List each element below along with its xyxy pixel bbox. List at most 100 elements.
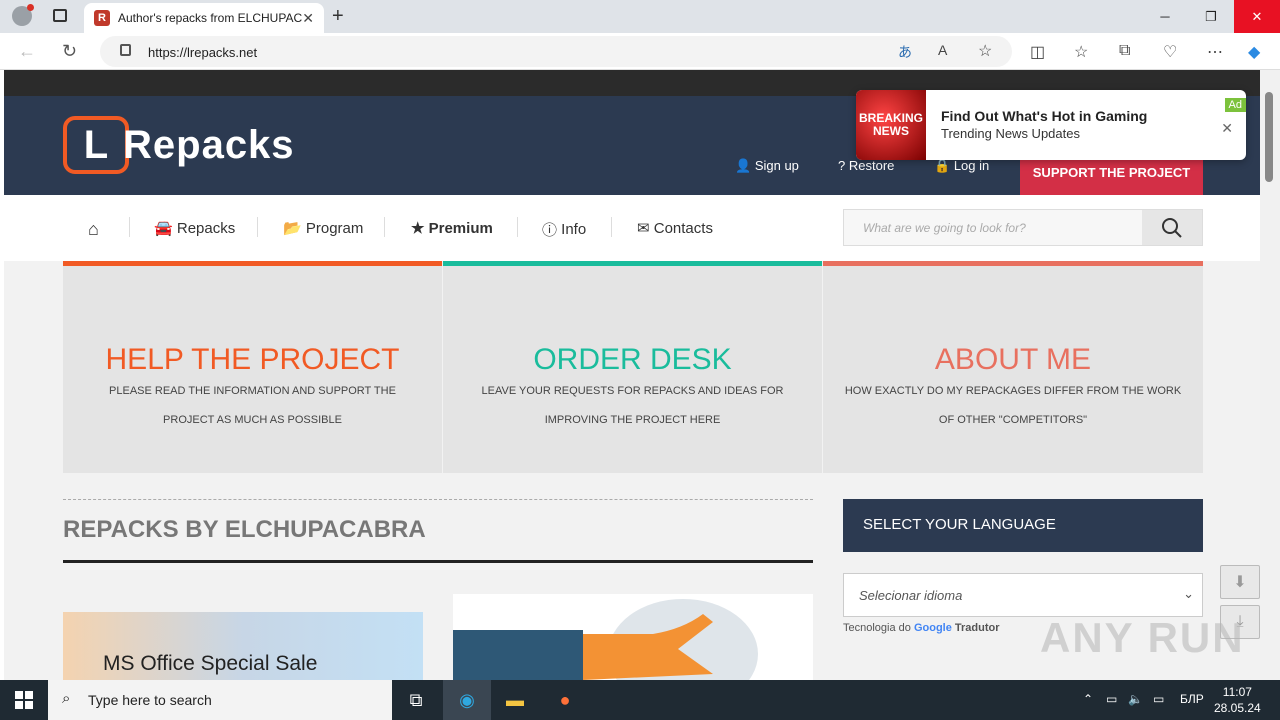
signup-link[interactable]: 👤 Sign up: [735, 158, 799, 174]
envelope-icon: ✉: [637, 220, 654, 237]
url-field[interactable]: https://lrepacks.net あ A ☆: [100, 36, 1012, 67]
favorite-star-icon[interactable]: ☆: [978, 41, 992, 61]
nav-divider: [257, 217, 258, 237]
close-window-button[interactable]: ✕: [1234, 0, 1280, 33]
nav-divider: [517, 217, 518, 237]
nav-divider: [384, 217, 385, 237]
new-tab-icon[interactable]: +: [332, 5, 344, 28]
panel-order-desk[interactable]: ORDER DESK LEAVE YOUR REQUESTS FOR REPAC…: [443, 261, 822, 473]
collections-icon[interactable]: ⧉: [1119, 42, 1130, 60]
star-icon: ★: [411, 220, 429, 237]
nav-contacts-label: Contacts: [653, 219, 713, 237]
notification-ad[interactable]: BREAKING NEWS Find Out What's Hot in Gam…: [856, 90, 1246, 160]
maximize-button[interactable]: ❐: [1188, 0, 1234, 33]
network-icon[interactable]: ▭: [1153, 692, 1164, 706]
repack-thumbnail[interactable]: [453, 594, 813, 680]
restore-link[interactable]: ? Restore: [838, 158, 894, 173]
nav-divider: [129, 217, 130, 237]
page-scrollbar[interactable]: [1260, 70, 1280, 680]
scroll-down-button[interactable]: ⬇: [1220, 565, 1260, 599]
site-logo[interactable]: L Repacks: [63, 116, 295, 174]
nav-divider: [611, 217, 612, 237]
minimize-button[interactable]: ─: [1142, 0, 1188, 33]
tray-chevron-icon[interactable]: ⌃: [1083, 692, 1093, 706]
repack-thumbnail[interactable]: MS Office Special Sale: [63, 612, 423, 680]
lock-icon[interactable]: [120, 44, 131, 56]
firefox-icon[interactable]: ●: [541, 680, 589, 720]
edge-app-icon[interactable]: ◉: [443, 680, 491, 720]
language-select[interactable]: Selecionar idioma ⌄: [843, 573, 1203, 617]
powered-by-google[interactable]: Tecnologia do Google Tradutor: [843, 622, 1000, 634]
panel-text: HOW EXACTLY DO MY REPACKAGES DIFFER FROM…: [844, 385, 1182, 426]
panel-help-project[interactable]: HELP THE PROJECT PLEASE READ THE INFORMA…: [63, 261, 442, 473]
nav-repacks-label: Repacks: [176, 219, 236, 237]
clock[interactable]: 11:07 28.05.24: [1214, 684, 1261, 716]
url-text[interactable]: https://lrepacks.net: [148, 45, 257, 60]
nav-contacts[interactable]: ✉ Contacts: [637, 219, 713, 238]
browser-tab-bar: R Author's repacks from ELCHUPAC ✕ + ─ ❐…: [0, 0, 1280, 33]
panel-text: LEAVE YOUR REQUESTS FOR REPACKS AND IDEA…: [481, 385, 784, 426]
nav-home-icon[interactable]: ⌂: [88, 219, 99, 240]
language-indicator[interactable]: БЛР: [1180, 692, 1204, 706]
panel-accent-bar: [823, 261, 1203, 266]
language-select-value: Selecionar idioma: [859, 588, 963, 603]
copilot-icon[interactable]: ◆: [1248, 42, 1260, 62]
volume-icon[interactable]: 🔈: [1128, 692, 1143, 706]
panel-accent-bar: [63, 261, 442, 266]
tab-actions-icon[interactable]: [53, 9, 67, 22]
tab-title: Author's repacks from ELCHUPAC: [118, 11, 303, 25]
scrollbar-thumb[interactable]: [1265, 92, 1273, 182]
refresh-icon[interactable]: ↻: [62, 41, 77, 62]
favorites-icon[interactable]: ☆: [1074, 42, 1088, 62]
taskbar-search-placeholder[interactable]: Type here to search: [88, 692, 212, 708]
profile-avatar-icon[interactable]: [12, 4, 34, 26]
main-nav: ⌂ 🚘 Repacks 📂 Program ★ Premium ⓘ Info ✉…: [4, 195, 1260, 261]
login-link[interactable]: 🔒 Log in: [934, 158, 989, 174]
browser-essentials-icon[interactable]: ♡: [1163, 42, 1177, 62]
nav-premium-label: Premium: [428, 219, 493, 237]
nav-premium[interactable]: ★ Premium: [411, 219, 493, 238]
clock-time: 11:07: [1222, 685, 1252, 699]
translate-icon[interactable]: あ: [898, 42, 912, 62]
anyrun-watermark: ANY RUN: [1040, 614, 1245, 661]
nav-info[interactable]: ⓘ Info: [542, 219, 586, 240]
ad-headline: Find Out What's Hot in Gaming: [941, 108, 1148, 124]
read-aloud-icon[interactable]: A: [938, 42, 947, 58]
back-arrow-icon[interactable]: ←: [18, 41, 36, 62]
start-button[interactable]: [0, 680, 48, 720]
search-button[interactable]: [1142, 210, 1202, 245]
question-icon: ?: [838, 158, 846, 173]
tray-device-icon[interactable]: ▭: [1106, 692, 1117, 706]
split-screen-icon[interactable]: ◫: [1030, 42, 1045, 62]
file-explorer-icon[interactable]: ▬: [491, 680, 539, 720]
ad-close-icon[interactable]: ✕: [1221, 120, 1233, 137]
browser-tab[interactable]: R Author's repacks from ELCHUPAC ✕: [84, 3, 324, 33]
windows-taskbar: ⌕ Type here to search ⧉ ◉ ▬ ● ⌃ ▭ 🔈 ▭ БЛ…: [0, 680, 1280, 720]
section-title: REPACKS BY ELCHUPACABRA: [63, 516, 426, 543]
search-icon: ⌕: [62, 690, 71, 707]
add-user-icon: 👤: [735, 158, 752, 173]
panel-title: ORDER DESK: [533, 343, 732, 376]
more-menu-icon[interactable]: ⋯: [1207, 42, 1223, 62]
search-input[interactable]: What are we going to look for?: [863, 221, 1026, 235]
panel-title: ABOUT ME: [934, 343, 1092, 376]
panel-accent-bar: [443, 261, 822, 266]
tab-close-icon[interactable]: ✕: [302, 10, 314, 27]
task-view-icon[interactable]: ⧉: [392, 680, 440, 720]
hand-illustration: [453, 599, 758, 680]
breaking-news-image: BREAKING NEWS: [856, 90, 926, 160]
ad-badge: Ad: [1224, 98, 1246, 112]
address-bar-row: ← ↻ https://lrepacks.net あ A ☆ ◫ ☆ ⧉ ♡ ⋯…: [0, 33, 1280, 70]
site-search[interactable]: What are we going to look for?: [843, 209, 1203, 246]
signup-label: Sign up: [754, 158, 799, 173]
folder-icon: 📂: [283, 220, 306, 237]
panel-text: PLEASE READ THE INFORMATION AND SUPPORT …: [109, 385, 396, 426]
restore-label: Restore: [848, 158, 895, 173]
nav-program[interactable]: 📂 Program: [283, 219, 363, 238]
windows-logo-icon: [15, 691, 33, 709]
powered-suffix: Tradutor: [954, 622, 1000, 634]
panel-about-me[interactable]: ABOUT ME HOW EXACTLY DO MY REPACKAGES DI…: [823, 261, 1203, 473]
taskbar-search[interactable]: ⌕ Type here to search: [48, 680, 392, 720]
nav-repacks[interactable]: 🚘 Repacks: [154, 219, 236, 238]
panel-title: HELP THE PROJECT: [105, 343, 400, 376]
